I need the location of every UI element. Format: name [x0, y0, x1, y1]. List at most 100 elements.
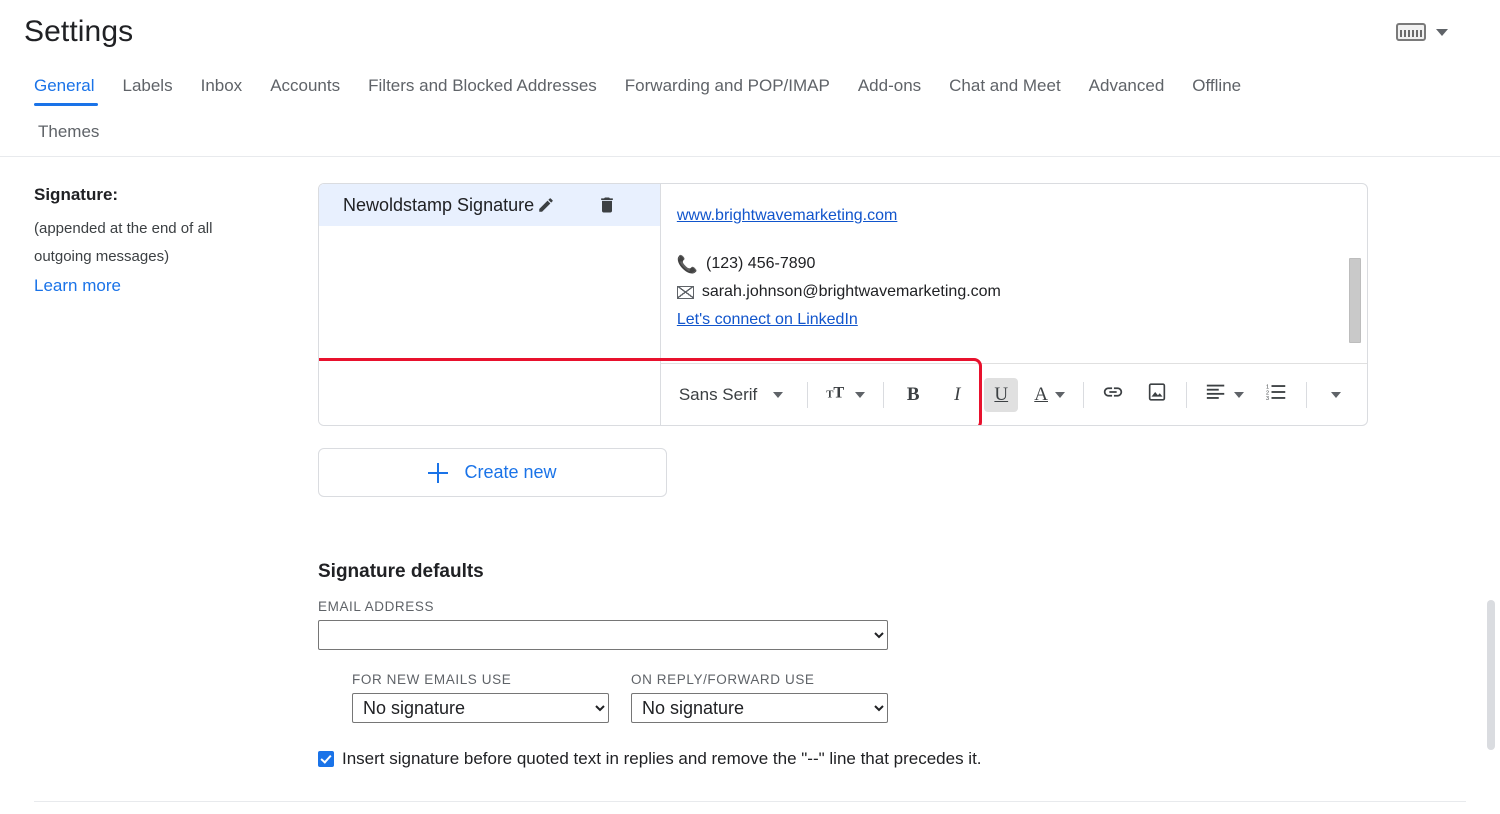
- tab-add-ons[interactable]: Add-ons: [844, 64, 935, 112]
- signature-website-link[interactable]: www.brightwavemarketing.com: [677, 207, 898, 224]
- signature-label-column: Signature: (appended at the end of all o…: [0, 183, 318, 769]
- default-signature-fields: FOR NEW EMAILS USE No signature ON REPLY…: [318, 672, 1500, 723]
- page-scrollbar[interactable]: [1487, 600, 1495, 750]
- signature-editor-scrollbar[interactable]: [1349, 258, 1361, 343]
- tab-themes[interactable]: Themes: [24, 112, 113, 156]
- align-left-icon: [1205, 382, 1227, 407]
- text-color-icon: A: [1034, 383, 1048, 405]
- signature-website-line: www.brightwavemarketing.com: [677, 202, 1349, 230]
- underline-icon: U: [994, 383, 1009, 405]
- tab-advanced[interactable]: Advanced: [1075, 64, 1179, 112]
- section-divider: [34, 801, 1466, 802]
- signature-name: Newoldstamp Signature: [343, 194, 535, 215]
- signature-linkedin-link[interactable]: Let's connect on LinkedIn: [677, 311, 858, 329]
- header-actions: [1396, 23, 1476, 41]
- underline-button[interactable]: U: [984, 377, 1019, 412]
- create-new-label: Create new: [464, 462, 557, 482]
- bold-button[interactable]: B: [896, 378, 930, 412]
- italic-icon: I: [954, 383, 961, 405]
- tab-filters-and-blocked-addresses[interactable]: Filters and Blocked Addresses: [354, 64, 611, 112]
- signature-heading: Signature:: [34, 185, 119, 204]
- signature-card: Newoldstamp Signature www.brightwavemark…: [318, 183, 1368, 426]
- page-title: Settings: [24, 15, 134, 48]
- font-size-button[interactable]: T T: [820, 378, 871, 412]
- page-header: Settings: [0, 0, 1500, 64]
- signature-description-line-1: (appended at the end of all: [34, 220, 213, 237]
- text-size-icon: T T: [826, 383, 848, 407]
- insert-signature-checkbox[interactable]: [318, 751, 334, 767]
- toolbar-divider: [1306, 381, 1307, 408]
- signature-phone-row: 📞 (123) 456-7890: [677, 250, 1349, 278]
- phone-icon: 📞: [676, 254, 698, 274]
- settings-page: Settings General Labels Inbox Accounts F…: [0, 0, 1500, 814]
- toolbar-divider: [1083, 381, 1084, 408]
- settings-body: Signature: (appended at the end of all o…: [0, 157, 1500, 769]
- reply-forward-label: ON REPLY/FORWARD USE: [631, 672, 815, 687]
- envelope-icon: [676, 285, 694, 299]
- font-family-label: Sans Serif: [678, 384, 758, 404]
- signature-spacer: [677, 230, 1349, 250]
- tab-inbox[interactable]: Inbox: [187, 64, 257, 112]
- format-toolbar-wrapper: Sans Serif T T B I U A 1 2 3: [319, 358, 1367, 425]
- plus-icon: [428, 462, 449, 483]
- tab-general[interactable]: General: [24, 64, 108, 112]
- signature-list: Newoldstamp Signature: [319, 184, 661, 425]
- svg-text:T: T: [834, 383, 845, 401]
- tab-accounts[interactable]: Accounts: [256, 64, 354, 112]
- signature-defaults-title: Signature defaults: [318, 561, 484, 582]
- create-new-signature-button[interactable]: Create new: [318, 448, 667, 497]
- new-emails-select[interactable]: No signature: [352, 693, 609, 723]
- link-icon: [1102, 381, 1124, 408]
- learn-more-link[interactable]: Learn more: [34, 276, 121, 296]
- keyboard-keys: [1400, 30, 1422, 37]
- align-button[interactable]: [1199, 378, 1250, 412]
- insert-signature-checkbox-row[interactable]: Insert signature before quoted text in r…: [318, 749, 1500, 769]
- font-family-selector[interactable]: Sans Serif: [679, 385, 795, 405]
- text-color-button[interactable]: A: [1028, 378, 1071, 412]
- signature-content-column: Newoldstamp Signature www.brightwavemark…: [318, 183, 1500, 769]
- signature-preview[interactable]: www.brightwavemarketing.com 📞 (123) 456-…: [661, 184, 1367, 363]
- tab-labels[interactable]: Labels: [108, 64, 186, 112]
- chevron-down-icon: [1055, 391, 1065, 398]
- reply-forward-select[interactable]: No signature: [631, 693, 888, 723]
- trash-icon[interactable]: [596, 194, 618, 216]
- settings-tabbar: General Labels Inbox Accounts Filters an…: [0, 64, 1500, 157]
- signature-email-text: sarah.johnson@brightwavemarketing.com: [701, 283, 1001, 300]
- numbered-list-button[interactable]: 1 2 3: [1260, 378, 1294, 412]
- reply-forward-field: ON REPLY/FORWARD USE No signature: [631, 672, 888, 723]
- signature-editor: www.brightwavemarketing.com 📞 (123) 456-…: [319, 184, 1367, 425]
- signature-linkedin-row: Let's connect on LinkedIn: [677, 306, 1349, 334]
- italic-button[interactable]: I: [940, 378, 974, 412]
- tab-offline[interactable]: Offline: [1178, 64, 1255, 112]
- chevron-down-icon: [1234, 391, 1244, 398]
- toolbar-divider: [883, 381, 885, 408]
- new-emails-field: FOR NEW EMAILS USE No signature: [352, 672, 609, 723]
- email-address-label: EMAIL ADDRESS: [318, 599, 435, 614]
- tab-chat-and-meet[interactable]: Chat and Meet: [935, 64, 1075, 112]
- svg-text:3: 3: [1266, 396, 1269, 402]
- insert-image-icon: [1146, 381, 1168, 408]
- signature-defaults-section: Signature defaults EMAIL ADDRESS FOR NEW…: [318, 561, 1500, 769]
- keyboard-icon[interactable]: [1396, 23, 1426, 41]
- toolbar-divider: [807, 381, 809, 408]
- more-formatting-options-button[interactable]: [1319, 378, 1353, 412]
- insert-link-button[interactable]: [1096, 378, 1130, 412]
- tab-forwarding-and-pop-imap[interactable]: Forwarding and POP/IMAP: [611, 64, 844, 112]
- chevron-down-icon[interactable]: [1436, 28, 1448, 36]
- numbered-list-icon: 1 2 3: [1266, 382, 1288, 407]
- toolbar-divider: [1186, 381, 1187, 408]
- tab-list: General Labels Inbox Accounts Filters an…: [24, 64, 1476, 156]
- insert-image-button[interactable]: [1140, 378, 1174, 412]
- bold-icon: B: [906, 383, 920, 405]
- new-emails-label: FOR NEW EMAILS USE: [352, 672, 512, 687]
- chevron-down-icon: [773, 391, 784, 398]
- signature-description-line-2: outgoing messages): [34, 248, 170, 265]
- pencil-icon[interactable]: [536, 195, 556, 215]
- format-toolbar: Sans Serif T T B I U A 1 2 3: [661, 364, 1367, 425]
- signature-list-item[interactable]: Newoldstamp Signature: [319, 184, 660, 226]
- signature-phone-text: (123) 456-7890: [706, 255, 816, 272]
- insert-signature-checkbox-label: Insert signature before quoted text in r…: [342, 749, 982, 768]
- signature-email-row: sarah.johnson@brightwavemarketing.com: [676, 278, 1349, 306]
- chevron-down-icon: [855, 391, 866, 398]
- email-address-select[interactable]: [318, 620, 888, 650]
